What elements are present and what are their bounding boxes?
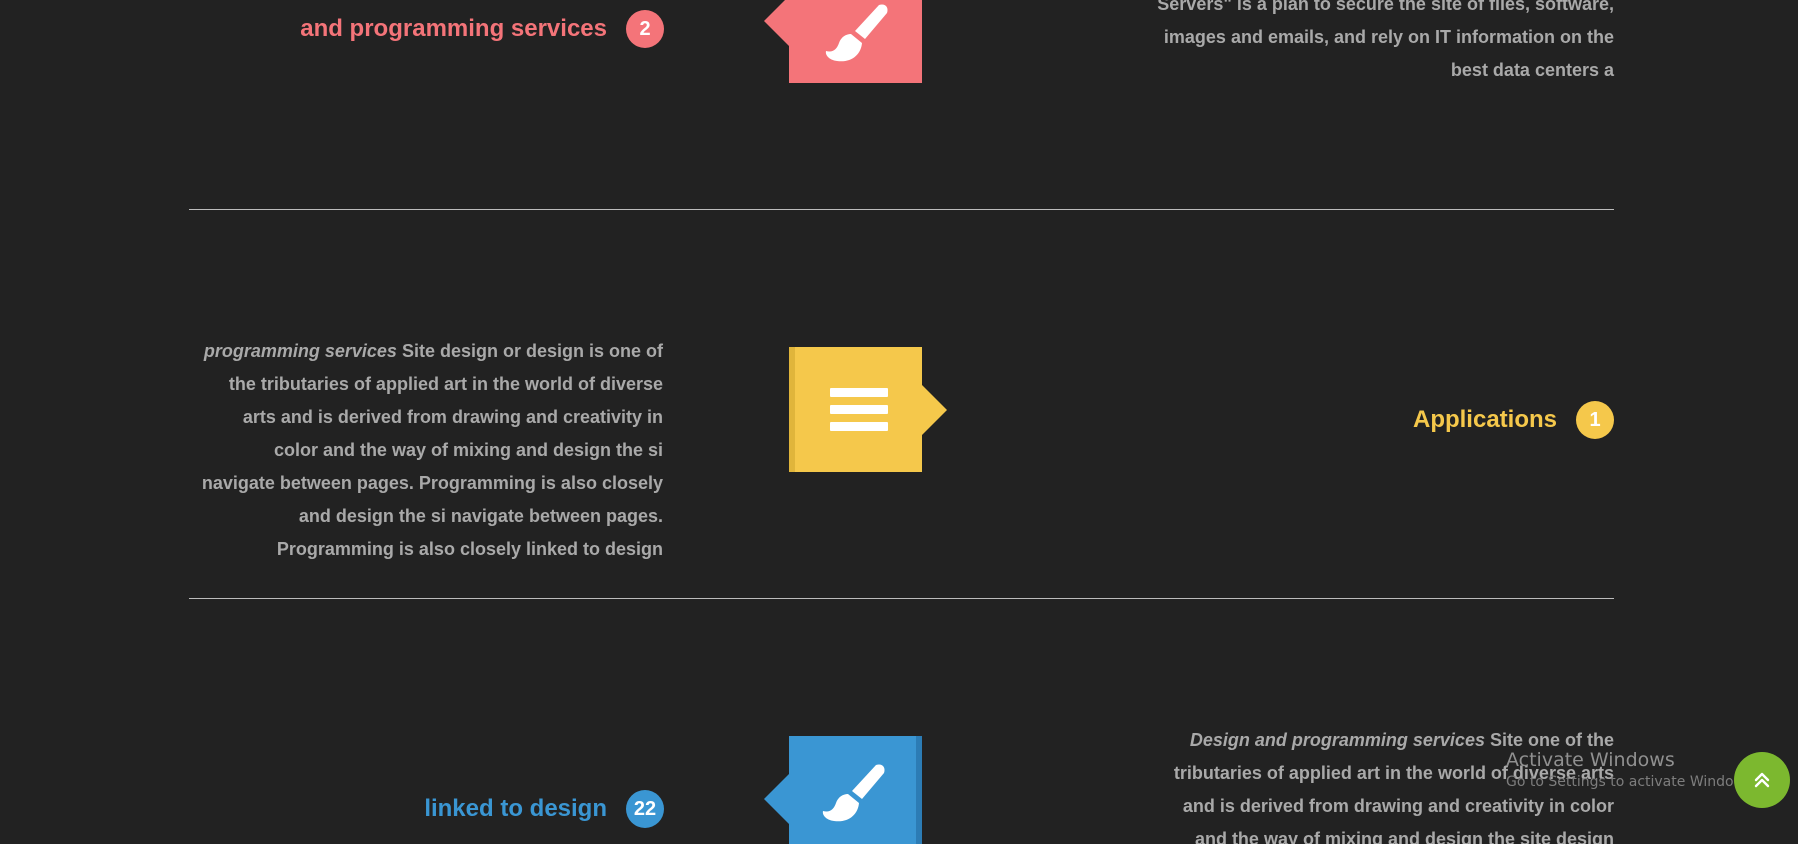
service-title-row: and programming services 2 — [300, 10, 664, 48]
service-icon-box — [764, 0, 922, 83]
description-line: color and the way of mixing and design t… — [273, 440, 663, 460]
description-lead: programming services — [203, 341, 397, 361]
description-line: programming services Site design or desi… — [189, 335, 663, 368]
description-line: Programming is also closely linked to de… — [276, 539, 663, 559]
activate-windows-subtitle: Go to Settings to activate Windows. — [1506, 774, 1757, 790]
menu-icon — [795, 347, 922, 472]
service-title-row: linked to design 22 — [424, 790, 664, 828]
description-line: best data centers a — [1450, 60, 1614, 80]
service-description: programming services Site design or desi… — [189, 335, 663, 566]
service-title: Applications — [1412, 406, 1557, 433]
scroll-to-top-button[interactable] — [1734, 752, 1790, 808]
description-text: Site design or design is one of — [401, 341, 663, 361]
activate-windows-title: Activate Windows — [1506, 749, 1675, 771]
service-description: Servers" is a plan to secure the site of… — [1054, 0, 1614, 87]
description-line: images and emails, and rely on IT inform… — [1163, 27, 1614, 47]
description-line: Servers" is a plan to secure the site of… — [1157, 0, 1614, 14]
service-icon-box — [764, 736, 922, 844]
activate-windows-watermark: Activate Windows Go to Settings to activ… — [1506, 748, 1757, 792]
description-line: and is derived from drawing and creativi… — [1182, 796, 1614, 816]
pointer-arrow — [764, 773, 789, 824]
section-divider — [189, 209, 1614, 210]
description-line: and design the si navigate between pages… — [298, 506, 663, 526]
service-title-row: Applications 1 — [1413, 401, 1614, 439]
service-title: and programming services — [300, 15, 607, 42]
pointer-arrow — [922, 384, 947, 435]
services-page: and programming services 2 Servers" is a… — [0, 0, 1798, 844]
paintbrush-icon — [789, 736, 916, 844]
double-chevron-up-icon — [1754, 772, 1770, 788]
description-lead: Design and programming services — [1189, 730, 1485, 750]
pointer-arrow — [764, 0, 789, 46]
description-line: and the way of mixing and design the sit… — [1194, 829, 1614, 844]
paintbrush-icon — [789, 0, 922, 83]
service-number-badge: 22 — [626, 790, 664, 828]
service-number-badge: 1 — [1576, 401, 1614, 439]
description-line: the tributaries of applied art in the wo… — [228, 374, 663, 394]
section-divider — [189, 598, 1614, 599]
service-icon-box — [789, 347, 947, 472]
description-text: Site one of the — [1489, 730, 1614, 750]
description-line: arts and is derived from drawing and cre… — [242, 407, 663, 427]
description-line: navigate between pages. Programming is a… — [201, 473, 663, 493]
service-number-badge: 2 — [626, 10, 664, 48]
service-title: linked to design — [424, 795, 607, 822]
